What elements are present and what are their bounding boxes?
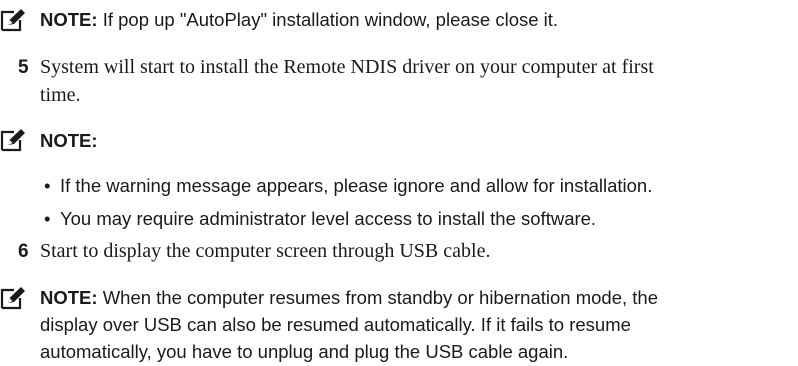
step-5-text-line2: time.: [40, 84, 81, 106]
note-pencil-icon: [0, 9, 25, 32]
note-pencil-icon: [0, 129, 25, 152]
note-bullet-item: • If the warning message appears, please …: [44, 172, 652, 199]
step-5-text-line1: System will start to install the Remote …: [40, 56, 654, 78]
bullet-text: You may require administrator level acce…: [60, 208, 597, 229]
bullet-text: If the warning message appears, please i…: [60, 175, 653, 196]
note-text: When the computer resumes from standby o…: [97, 287, 658, 308]
note-text: If pop up "AutoPlay" installation window…: [97, 9, 559, 30]
note-resume-line3: automatically, you have to unplug and pl…: [40, 341, 569, 362]
bullet-icon: •: [44, 208, 51, 229]
note-label: NOTE:: [40, 287, 98, 308]
note-bullet-item: • You may require administrator level acc…: [44, 205, 596, 232]
note-heading: NOTE:: [40, 127, 98, 154]
note-label: NOTE:: [40, 9, 98, 30]
note-resume-line1: NOTE: When the computer resumes from sta…: [40, 284, 658, 311]
step-number-5: 5: [18, 57, 29, 78]
note-label: NOTE:: [40, 130, 98, 151]
note-autoplay: NOTE: If pop up "AutoPlay" installation …: [40, 6, 558, 33]
step-number-6: 6: [18, 241, 29, 262]
bullet-icon: •: [44, 175, 51, 196]
step-6-text: Start to display the computer screen thr…: [40, 240, 491, 262]
note-pencil-icon: [0, 287, 25, 310]
note-resume-line2: display over USB can also be resumed aut…: [40, 314, 631, 335]
